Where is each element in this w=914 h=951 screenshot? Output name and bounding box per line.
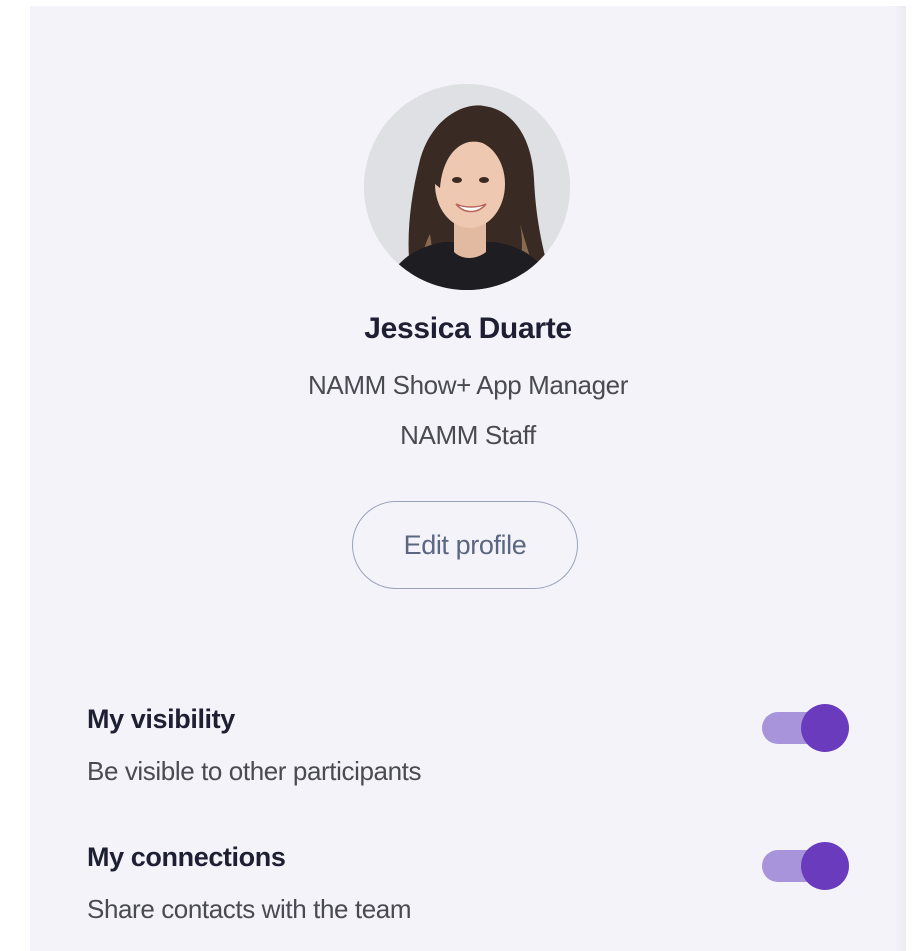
profile-panel: Jessica Duarte NAMM Show+ App Manager NA… xyxy=(30,6,906,951)
profile-job-title: NAMM Show+ App Manager xyxy=(308,370,628,400)
connections-toggle-thumb xyxy=(801,842,849,890)
connections-setting-row: My connections Share contacts with the t… xyxy=(87,838,867,938)
visibility-toggle[interactable] xyxy=(762,704,850,752)
profile-name: Jessica Duarte xyxy=(364,312,572,345)
connections-setting-title: My connections xyxy=(87,842,286,872)
edit-profile-button[interactable]: Edit profile xyxy=(352,501,578,589)
avatar-photo xyxy=(364,84,570,290)
avatar xyxy=(364,84,570,290)
profile-organization: NAMM Staff xyxy=(400,420,536,450)
visibility-setting-title: My visibility xyxy=(87,704,235,734)
panel-edge-shadow xyxy=(894,6,906,951)
visibility-setting-description: Be visible to other participants xyxy=(87,756,422,786)
visibility-setting-row: My visibility Be visible to other partic… xyxy=(87,700,867,800)
visibility-toggle-thumb xyxy=(801,704,849,752)
connections-setting-description: Share contacts with the team xyxy=(87,894,412,924)
connections-toggle[interactable] xyxy=(762,842,850,890)
